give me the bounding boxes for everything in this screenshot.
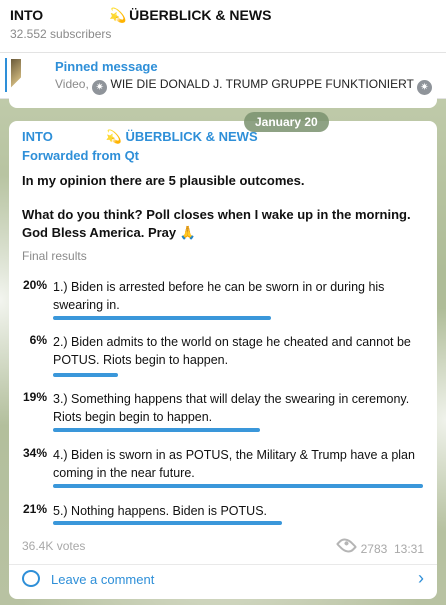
poll-message: INTO 💫 ÜBERBLICK & NEWS Forwarded from Qt… (9, 121, 437, 599)
poll-option-percent: 19% (22, 390, 47, 404)
pinned-message-bar[interactable]: Pinned message Video, ✷ WIE DIE DONALD J… (0, 53, 446, 99)
channel-title: INTO 💫 ÜBERBLICK & NEWS (10, 7, 272, 23)
poll-option-percent: 34% (22, 446, 47, 460)
poll-question-text: What do you think? Poll closes when I wa… (22, 207, 411, 240)
poll-option-text: 3.) Something happens that will delay th… (53, 392, 410, 424)
leave-comment-button[interactable]: Leave a comment › (9, 565, 437, 599)
poll-option-percent: 20% (22, 278, 47, 292)
comment-icon (22, 570, 40, 587)
message-meta: 2783 13:31 (335, 534, 424, 557)
message-time: 13:31 (393, 542, 424, 556)
poll-option-text: 1.) Biden is arrested before he can be s… (53, 280, 385, 312)
pinned-label: Pinned message (55, 59, 158, 74)
vote-count: 36.4K votes (22, 539, 86, 553)
poll-option-bar (53, 316, 271, 320)
view-count: 2783 (360, 542, 388, 556)
poll-option-text: 5.) Nothing happens. Biden is POTUS. (53, 504, 268, 518)
shooting-star-icon: 💫 (109, 7, 127, 23)
eye-icon (335, 534, 357, 557)
date-pill: January 20 (244, 112, 329, 132)
poll-question: In my opinion there are 5 plausible outc… (22, 172, 422, 242)
pinned-accent-bar (5, 58, 7, 92)
poll-option-bar (53, 484, 423, 488)
poll-option-percent: 6% (29, 333, 47, 347)
poll-option-bar (53, 428, 260, 432)
poll-intro: In my opinion there are 5 plausible outc… (22, 173, 305, 188)
gear-icon: ✷ (417, 80, 432, 95)
message-channel-name[interactable]: INTO 💫 ÜBERBLICK & NEWS (22, 129, 258, 145)
pinned-preview: Video, ✷ WIE DIE DONALD J. TRUMP GRUPPE … (55, 77, 432, 95)
channel-header[interactable]: INTO 💫 ÜBERBLICK & NEWS 32.552 subscriber… (0, 0, 446, 53)
leave-comment-label: Leave a comment (51, 572, 155, 587)
gear-icon: ✷ (92, 80, 108, 95)
poll-option-bar (53, 521, 282, 525)
poll-option-bar (53, 373, 118, 377)
shooting-star-icon: 💫 (105, 129, 123, 144)
forwarded-from[interactable]: Forwarded from Qt (22, 148, 139, 163)
pinned-thumbnail (11, 59, 47, 93)
poll-option-percent: 21% (22, 502, 47, 516)
poll-option-text: 2.) Biden admits to the world on stage h… (53, 335, 411, 367)
final-results-label: Final results (22, 249, 87, 263)
chevron-right-icon: › (418, 568, 424, 588)
poll-option-text: 4.) Biden is sworn in as POTUS, the Mili… (53, 448, 415, 480)
subscriber-count: 32.552 subscribers (10, 27, 112, 41)
previous-message-edge (9, 98, 437, 108)
